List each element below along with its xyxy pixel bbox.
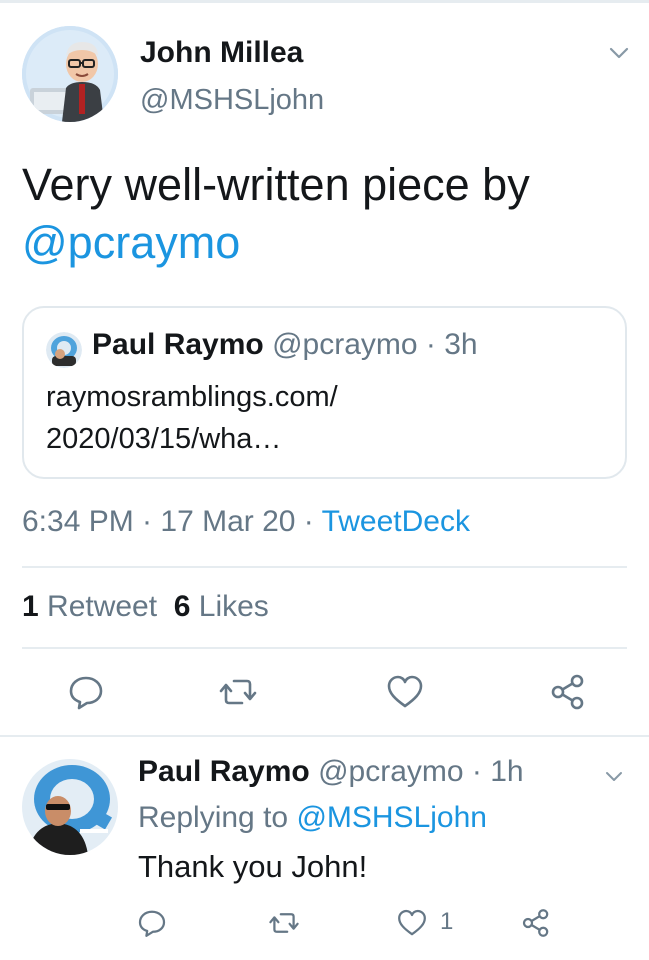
- retweet-label: Retweet: [38, 590, 158, 623]
- tweet-timestamp: 6:34 PM · 17 Mar 20 · TweetDeck: [22, 505, 470, 539]
- heart-icon[interactable]: [396, 907, 428, 939]
- like-count: 6: [173, 590, 191, 623]
- reply-tweet[interactable]: Paul Raymo @pcraymo · 1h Replying to @MS…: [0, 737, 649, 960]
- heart-icon[interactable]: [385, 672, 425, 712]
- replying-handle-link[interactable]: @MSHSLjohn: [296, 801, 487, 834]
- reply-author-name[interactable]: Paul Raymo: [138, 755, 310, 788]
- replying-prefix: Replying to: [138, 801, 297, 834]
- chevron-down-icon[interactable]: [600, 763, 628, 791]
- quote-author-avatar-image: [46, 332, 82, 368]
- reply-text: Thank you John!: [138, 849, 368, 884]
- share-icon[interactable]: [548, 672, 588, 712]
- source-link[interactable]: TweetDeck: [322, 505, 470, 538]
- author-avatar-image: [22, 26, 118, 122]
- quote-header: Paul Raymo @pcraymo · 3h: [92, 328, 478, 362]
- like-label: Likes: [190, 590, 269, 623]
- retweets-stat[interactable]: 1 Retweet: [22, 590, 157, 623]
- reply-like-count: 1: [440, 908, 454, 935]
- quote-body: raymosramblings.com/ 2020/03/15/wha…: [46, 376, 606, 460]
- author-name[interactable]: John Millea: [140, 36, 303, 70]
- reply-header: Paul Raymo @pcraymo · 1h: [138, 755, 524, 789]
- tweet-text-line: Very well-written piece by: [22, 159, 530, 210]
- replying-to: Replying to @MSHSLjohn: [138, 801, 487, 835]
- retweet-icon[interactable]: [268, 907, 300, 939]
- divider: [22, 647, 627, 649]
- reply-author-avatar[interactable]: [22, 759, 118, 855]
- main-tweet: John Millea @MSHSLjohn Very well-written…: [0, 0, 649, 735]
- likes-stat[interactable]: 6 Likes: [174, 590, 269, 623]
- author-avatar[interactable]: [22, 26, 118, 122]
- author-handle[interactable]: @MSHSLjohn: [140, 84, 324, 117]
- retweet-icon[interactable]: [218, 672, 258, 712]
- reply-icon[interactable]: [136, 907, 168, 939]
- reply-icon[interactable]: [66, 672, 106, 712]
- quote-link-line: 2020/03/15/wha…: [46, 423, 282, 455]
- engagement-stats: 1 Retweet 6 Likes: [22, 590, 269, 624]
- chevron-down-icon[interactable]: [604, 38, 634, 68]
- quote-link-line: raymosramblings.com/: [46, 381, 338, 413]
- divider: [22, 566, 627, 568]
- quote-author-meta: @pcraymo · 3h: [263, 328, 478, 361]
- quote-author-name[interactable]: Paul Raymo: [92, 328, 264, 361]
- timestamp-text: 6:34 PM · 17 Mar 20 ·: [22, 505, 322, 538]
- reply-author-avatar-image: [22, 759, 118, 855]
- share-icon[interactable]: [520, 907, 552, 939]
- quoted-tweet-card[interactable]: Paul Raymo @pcraymo · 3h raymosramblings…: [22, 306, 627, 479]
- retweet-count: 1: [22, 590, 39, 623]
- reply-author-meta: @pcraymo · 1h: [309, 755, 524, 788]
- tweet-text: Very well-written piece by @pcraymo: [22, 156, 632, 272]
- quote-author-avatar: [46, 332, 82, 368]
- tweet-mention-link[interactable]: @pcraymo: [22, 214, 632, 272]
